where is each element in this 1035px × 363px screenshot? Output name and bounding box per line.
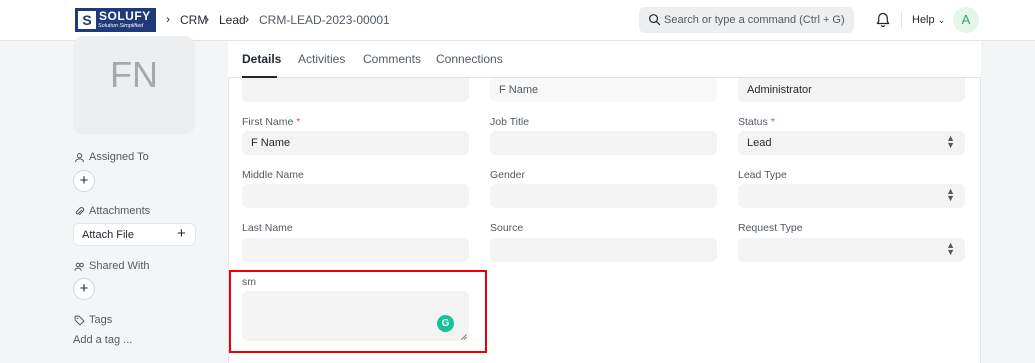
add-tag-link[interactable]: Add a tag ... <box>73 334 132 346</box>
job-title-label: Job Title <box>490 116 530 128</box>
first-name-field[interactable]: F Name <box>242 131 469 155</box>
help-label: Help <box>912 14 935 26</box>
notification-bell-icon[interactable] <box>876 12 890 28</box>
top-field-1[interactable] <box>242 78 469 102</box>
chevron-right-icon: › <box>166 12 170 26</box>
users-icon <box>74 262 84 271</box>
logo-mark: S <box>78 11 96 29</box>
chevron-right-icon: › <box>205 12 209 26</box>
sm-textarea[interactable] <box>242 291 469 341</box>
top-field-3[interactable]: Administrator <box>738 78 965 102</box>
select-arrows-icon: ▲ ▼ <box>946 240 955 257</box>
status-select[interactable]: Lead ▲ ▼ <box>738 131 965 155</box>
tab-connections[interactable]: Connections <box>436 52 503 66</box>
lead-type-select[interactable]: ▲ ▼ <box>738 184 965 208</box>
attachments-label: Attachments <box>89 205 151 217</box>
assigned-to-label: Assigned To <box>89 151 149 163</box>
shared-with-label: Shared With <box>89 260 150 272</box>
logo-text: SOLUFY <box>99 9 151 23</box>
top-field-2-value: F Name <box>499 84 539 96</box>
search-bar[interactable]: Search or type a command (Ctrl + G) <box>639 7 854 33</box>
search-icon <box>649 14 661 26</box>
plus-icon: + <box>177 225 186 242</box>
job-title-field[interactable] <box>490 131 717 155</box>
resize-handle-icon[interactable] <box>461 334 467 340</box>
middle-name-field[interactable] <box>242 184 469 208</box>
attach-file-label: Attach File <box>82 229 134 241</box>
last-name-label: Last Name <box>242 222 293 234</box>
solufy-logo[interactable]: S SOLUFY Solution Simplified <box>75 8 156 32</box>
search-placeholder: Search or type a command (Ctrl + G) <box>664 14 845 26</box>
add-assignee-button[interactable]: + <box>73 170 95 192</box>
gender-field[interactable] <box>490 184 717 208</box>
add-share-button[interactable]: + <box>73 278 95 300</box>
lead-image-placeholder[interactable]: FN <box>73 36 195 134</box>
tab-comments[interactable]: Comments <box>363 52 421 66</box>
status-label: Status * <box>738 116 775 128</box>
breadcrumb-document[interactable]: CRM-LEAD-2023-00001 <box>259 13 390 27</box>
breadcrumb-crm[interactable]: CRM <box>180 13 207 27</box>
select-arrows-icon: ▲ ▼ <box>946 186 955 203</box>
top-field-3-value: Administrator <box>747 84 812 96</box>
user-icon <box>74 153 85 163</box>
top-field-2: F Name <box>490 78 717 102</box>
tab-details[interactable]: Details <box>242 52 281 66</box>
breadcrumb-lead[interactable]: Lead <box>219 13 246 27</box>
help-dropdown[interactable]: Help ⌄ <box>912 14 945 26</box>
tab-activities[interactable]: Activities <box>298 52 345 66</box>
logo-tagline: Solution Simplified <box>98 23 144 29</box>
last-name-field[interactable] <box>242 238 469 262</box>
source-field[interactable] <box>490 238 717 262</box>
middle-name-label: Middle Name <box>242 169 304 181</box>
first-name-label: First Name * <box>242 116 301 128</box>
chevron-down-icon: ⌄ <box>937 15 946 25</box>
paperclip-icon <box>75 207 85 216</box>
navbar-divider <box>901 11 902 29</box>
sm-label: sm <box>242 276 256 288</box>
gender-label: Gender <box>490 169 526 181</box>
request-type-select[interactable]: ▲ ▼ <box>738 238 965 262</box>
select-arrows-icon: ▲ ▼ <box>946 133 955 150</box>
grammarly-icon[interactable]: G <box>437 315 454 332</box>
tag-icon <box>74 315 85 326</box>
chevron-right-icon: › <box>245 12 249 26</box>
status-value: Lead <box>747 137 772 149</box>
attach-file-button[interactable]: Attach File + <box>73 223 196 246</box>
request-type-label: Request Type <box>738 222 803 234</box>
first-name-value: F Name <box>251 137 291 149</box>
tags-label: Tags <box>89 314 113 326</box>
navbar: S SOLUFY Solution Simplified › CRM › Lea… <box>0 0 1035 41</box>
lead-type-label: Lead Type <box>738 169 787 181</box>
form-tabs: Details Activities Comments Connections <box>228 41 981 78</box>
source-label: Source <box>490 222 524 234</box>
avatar[interactable]: A <box>953 7 979 33</box>
